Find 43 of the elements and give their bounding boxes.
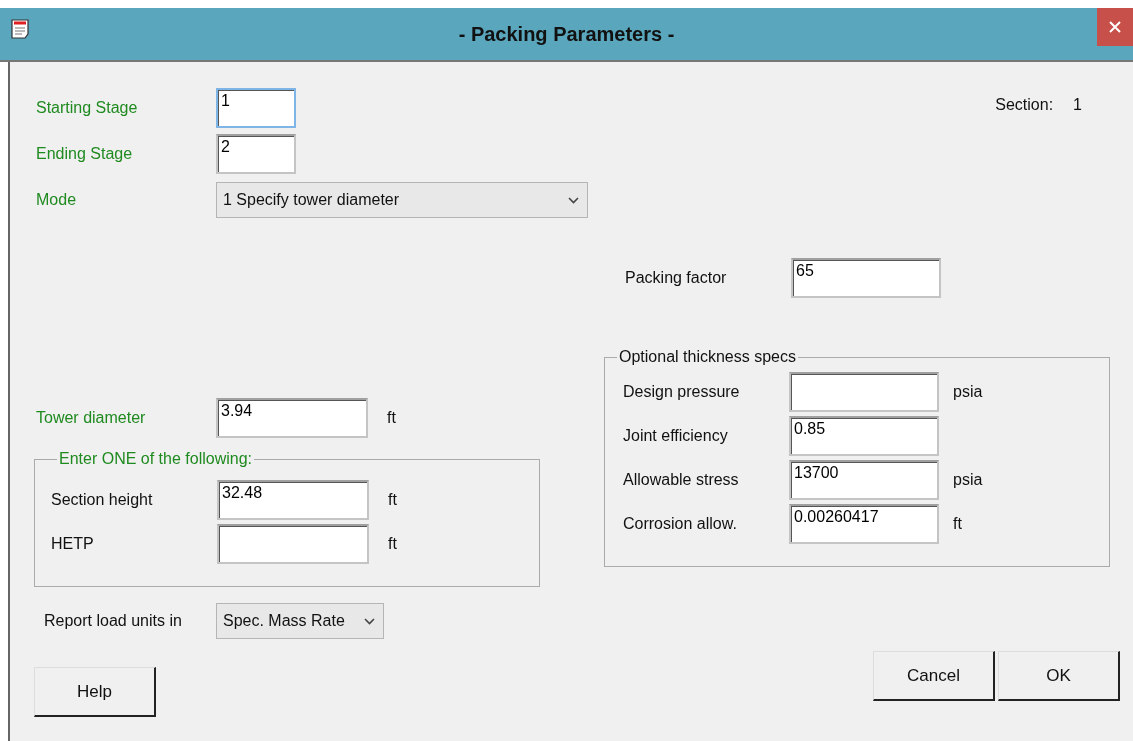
chevron-down-icon [364,617,375,625]
close-button[interactable] [1097,8,1133,46]
input-field[interactable]: 3.94 [216,398,368,438]
input-field[interactable]: 0.85 [789,416,939,456]
unit-label: ft [388,491,397,509]
unit-label: ft [388,535,397,553]
unit-label: ft [387,409,396,427]
input-field[interactable] [789,372,939,412]
window-title: - Packing Parameters - [458,22,675,46]
field-label: Mode [36,191,78,209]
field-label: Corrosion allow. [623,515,738,533]
ok-button[interactable]: OK [998,651,1120,701]
field-label: Section height [51,491,154,509]
group-legend: Optional thickness specs [617,348,798,366]
section-number: 1 [1073,96,1082,114]
chevron-down-icon [568,196,579,204]
field-label: Starting Stage [36,99,139,117]
input-field[interactable]: 2 [216,134,296,174]
section-label: Section: [995,96,1054,114]
input-field[interactable]: 13700 [789,460,939,500]
group-legend: Enter ONE of the following: [57,450,254,468]
field-label: Design pressure [623,383,741,401]
unit-label: ft [953,515,962,533]
unit-label: psia [953,383,983,401]
input-field[interactable]: 65 [791,258,941,298]
field-label: Packing factor [625,269,728,287]
units-dropdown[interactable]: Spec. Mass Rate [216,603,384,639]
input-field[interactable]: 32.48 [217,480,369,520]
field-label: Tower diameter [36,409,147,427]
field-label: HETP [51,535,95,553]
close-icon [1109,21,1121,33]
input-field[interactable]: 1 [216,88,296,128]
mode-dropdown[interactable]: 1 Specify tower diameter [216,182,588,218]
unit-label: psia [953,471,983,489]
input-field[interactable]: 0.00260417 [789,504,939,544]
document-icon [10,18,30,40]
field-label: Allowable stress [623,471,740,489]
field-label: Joint efficiency [623,427,729,445]
field-label: Ending Stage [36,145,134,163]
cancel-button[interactable]: Cancel [873,651,995,701]
field-label: Report load units in [44,612,183,630]
help-button[interactable]: Help [34,667,156,717]
input-field[interactable] [217,524,369,564]
